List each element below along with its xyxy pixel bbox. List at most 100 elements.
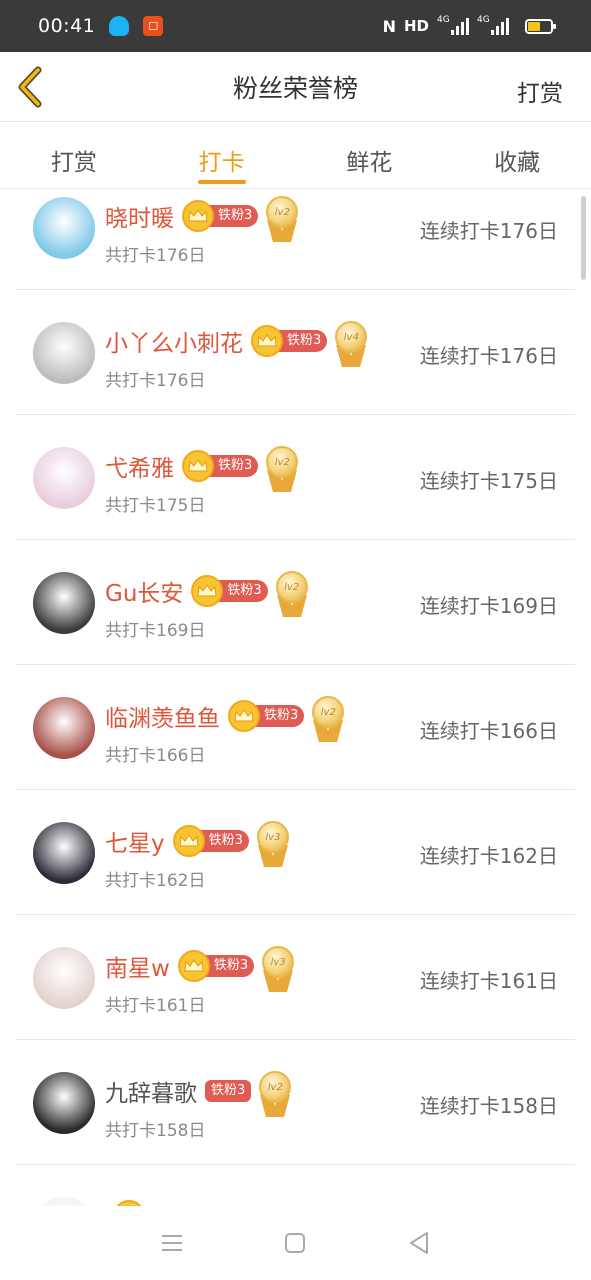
fan-badge: 铁粉3 [182, 450, 259, 482]
medal-level: lv2 [320, 706, 336, 718]
fan-badge: 铁粉3 [182, 200, 259, 232]
medal-level: lv2 [274, 206, 290, 218]
user-name-line: 七星y 铁粉3 lv3 [105, 821, 291, 867]
list-item[interactable]: 南星w 铁粉3 lv3 共打卡161日 连续打卡161日 [16, 915, 575, 1040]
user-name-line: 晓时暖 铁粉3 lv2 [105, 196, 300, 242]
signal-icon-1: 4G [437, 15, 469, 35]
tab-bar: 打赏 打卡 鲜花 收藏 [0, 123, 591, 189]
streak-checkin: 连续打卡169日 [419, 594, 558, 618]
streak-checkin: 连续打卡161日 [419, 969, 558, 993]
medal-icon: lv3 [255, 821, 291, 869]
menu-icon [161, 1235, 182, 1251]
medal-level: lv3 [265, 831, 281, 843]
avatar[interactable] [33, 1197, 95, 1206]
tab-favorites[interactable]: 收藏 [443, 123, 591, 188]
avatar[interactable] [33, 322, 95, 384]
total-checkin: 共打卡176日 [105, 246, 206, 266]
avatar[interactable] [33, 197, 95, 259]
crown-icon [177, 950, 210, 982]
list-item[interactable] [16, 1165, 575, 1206]
avatar[interactable] [33, 822, 95, 884]
fan-badge: 铁粉3 [251, 325, 328, 357]
total-checkin: 共打卡158日 [105, 1121, 206, 1141]
home-button[interactable] [275, 1223, 315, 1263]
system-nav-bar [0, 1206, 591, 1280]
chevron-left-icon [18, 66, 42, 108]
user-name-line: Gu长安 铁粉3 lv2 [105, 571, 310, 617]
back-triangle-icon [410, 1232, 429, 1254]
avatar[interactable] [33, 1072, 95, 1134]
user-name-line: 临渊羡鱼鱼 铁粉3 lv2 [105, 696, 346, 742]
reward-button[interactable]: 打赏 [517, 74, 563, 108]
list-item[interactable]: 晓时暖 铁粉3 lv2 共打卡176日 连续打卡176日 [16, 190, 575, 290]
list-item[interactable]: 弋希雅 铁粉3 lv2 共打卡175日 连续打卡175日 [16, 415, 575, 540]
network-type-2: 4G [477, 15, 490, 25]
hd-indicator: HD [403, 17, 429, 35]
user-name[interactable]: 晓时暖 [105, 199, 174, 233]
user-name[interactable]: 七星y [105, 824, 165, 858]
medal-icon: lv2 [310, 696, 346, 744]
medal-icon: lv2 [274, 571, 310, 619]
user-name[interactable]: 九辞暮歌 [105, 1074, 197, 1108]
fan-badge [113, 1200, 145, 1206]
list-item[interactable]: 小丫么小刺花 铁粉3 lv4 共打卡176日 连续打卡176日 [16, 290, 575, 415]
medal-icon: lv2 [264, 446, 300, 494]
list-item[interactable]: 七星y 铁粉3 lv3 共打卡162日 连续打卡162日 [16, 790, 575, 915]
fan-badge: 铁粉3 [177, 950, 255, 982]
medal-icon: lv2 [257, 1071, 293, 1119]
crown-icon [172, 825, 205, 857]
total-checkin: 共打卡166日 [105, 746, 206, 766]
streak-checkin: 连续打卡162日 [419, 844, 558, 868]
page-title: 粉丝荣誉榜 [232, 73, 358, 103]
fan-badge: 铁粉3 [228, 700, 305, 732]
crown-icon [191, 575, 224, 607]
home-square-icon [285, 1233, 306, 1253]
user-name[interactable]: 小丫么小刺花 [105, 324, 243, 358]
user-name[interactable]: Gu长安 [105, 574, 183, 608]
total-checkin: 共打卡161日 [105, 996, 206, 1016]
list-item[interactable]: 九辞暮歌 铁粉3 lv2 共打卡158日 连续打卡158日 [16, 1040, 575, 1165]
tab-flowers[interactable]: 鲜花 [296, 123, 444, 188]
list-item[interactable]: 临渊羡鱼鱼 铁粉3 lv2 共打卡166日 连续打卡166日 [16, 665, 575, 790]
user-name[interactable]: 临渊羡鱼鱼 [105, 699, 220, 733]
fan-level-label: 铁粉3 [205, 1080, 252, 1102]
back-nav-button[interactable] [399, 1223, 439, 1263]
medal-level: lv4 [343, 331, 359, 343]
total-checkin: 共打卡162日 [105, 871, 206, 891]
medal-icon: lv2 [264, 196, 300, 244]
streak-checkin: 连续打卡176日 [419, 344, 558, 368]
user-name[interactable]: 南星w [105, 949, 170, 983]
tab-checkin[interactable]: 打卡 [148, 123, 296, 188]
avatar[interactable] [33, 572, 95, 634]
medal-level: lv2 [267, 1081, 283, 1093]
user-name[interactable]: 弋希雅 [105, 449, 174, 483]
signal-icon-2: 4G [477, 15, 509, 35]
list-item[interactable]: Gu长安 铁粉3 lv2 共打卡169日 连续打卡169日 [16, 540, 575, 665]
avatar[interactable] [33, 947, 95, 1009]
streak-checkin: 连续打卡166日 [419, 719, 558, 743]
user-name-line: 九辞暮歌 铁粉3 lv2 [105, 1071, 293, 1117]
user-name-line: 小丫么小刺花 铁粉3 lv4 [105, 321, 369, 367]
menu-button[interactable] [152, 1223, 192, 1263]
fan-badge: 铁粉3 [205, 1079, 252, 1103]
back-button[interactable] [14, 66, 48, 108]
medal-level: lv2 [274, 456, 290, 468]
fan-badge: 铁粉3 [172, 825, 249, 857]
crown-icon [182, 450, 214, 482]
ranking-list[interactable]: 晓时暖 铁粉3 lv2 共打卡176日 连续打卡176日 小丫么小刺花 铁粉3 lv4 共打卡1… [0, 190, 591, 1206]
total-checkin: 共打卡176日 [105, 371, 206, 391]
tab-reward[interactable]: 打赏 [0, 123, 148, 188]
user-name-line: 弋希雅 铁粉3 lv2 [105, 446, 300, 492]
avatar[interactable] [33, 447, 95, 509]
crown-icon [182, 200, 214, 232]
status-time: 00:41 [38, 15, 96, 37]
network-type-1: 4G [437, 15, 450, 25]
scrollbar[interactable] [581, 196, 586, 280]
medal-level: lv3 [270, 956, 286, 968]
crown-icon [228, 700, 260, 732]
user-name-line [105, 1199, 145, 1206]
avatar[interactable] [33, 697, 95, 759]
crown-icon [251, 325, 283, 357]
streak-checkin: 连续打卡158日 [419, 1094, 558, 1118]
battery-icon [525, 18, 556, 34]
